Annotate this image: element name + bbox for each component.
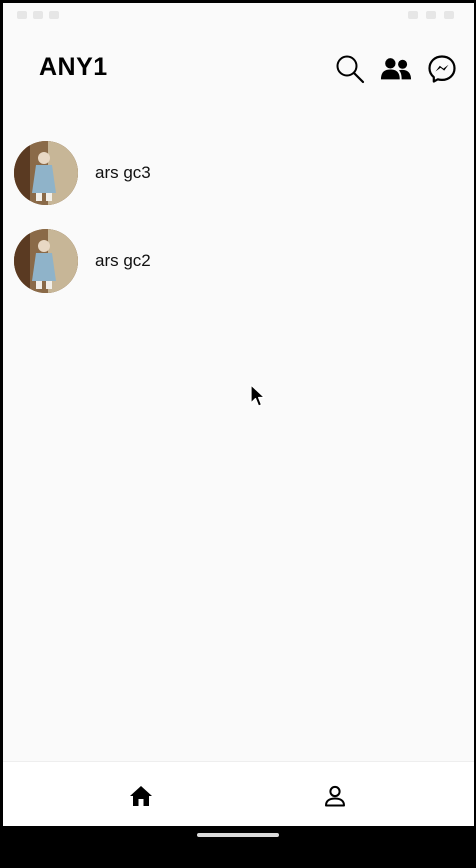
list-item[interactable]: ars gc3 bbox=[3, 129, 474, 217]
battery-icon bbox=[444, 11, 454, 19]
bottom-nav bbox=[3, 761, 474, 826]
profile-icon[interactable] bbox=[321, 782, 349, 810]
home-indicator[interactable] bbox=[197, 833, 279, 837]
notification-icon bbox=[49, 11, 59, 19]
list-item[interactable]: ars gc2 bbox=[3, 217, 474, 305]
device-frame: ANY1 ars gc3 ars gc2 bbox=[0, 0, 476, 868]
app-title: ANY1 bbox=[39, 53, 108, 81]
notification-icon bbox=[17, 11, 27, 19]
people-icon[interactable] bbox=[380, 53, 412, 85]
home-icon[interactable] bbox=[127, 782, 155, 810]
avatar bbox=[14, 229, 78, 293]
group-list: ars gc3 ars gc2 bbox=[3, 129, 474, 305]
status-left-icons bbox=[17, 11, 59, 19]
list-item-name: ars gc2 bbox=[95, 251, 151, 270]
search-icon[interactable] bbox=[334, 53, 366, 85]
status-right-icons bbox=[408, 11, 454, 19]
app-bar: ANY1 bbox=[3, 39, 474, 99]
notification-icon bbox=[33, 11, 43, 19]
messenger-icon[interactable] bbox=[426, 53, 458, 85]
wifi-icon bbox=[408, 11, 418, 19]
app-screen: ANY1 ars gc3 ars gc2 bbox=[3, 3, 474, 826]
app-bar-actions bbox=[334, 53, 458, 85]
mouse-cursor-icon bbox=[250, 384, 266, 413]
status-bar bbox=[3, 3, 474, 29]
list-item-name: ars gc3 bbox=[95, 163, 151, 182]
signal-icon bbox=[426, 11, 436, 19]
avatar bbox=[14, 141, 78, 205]
